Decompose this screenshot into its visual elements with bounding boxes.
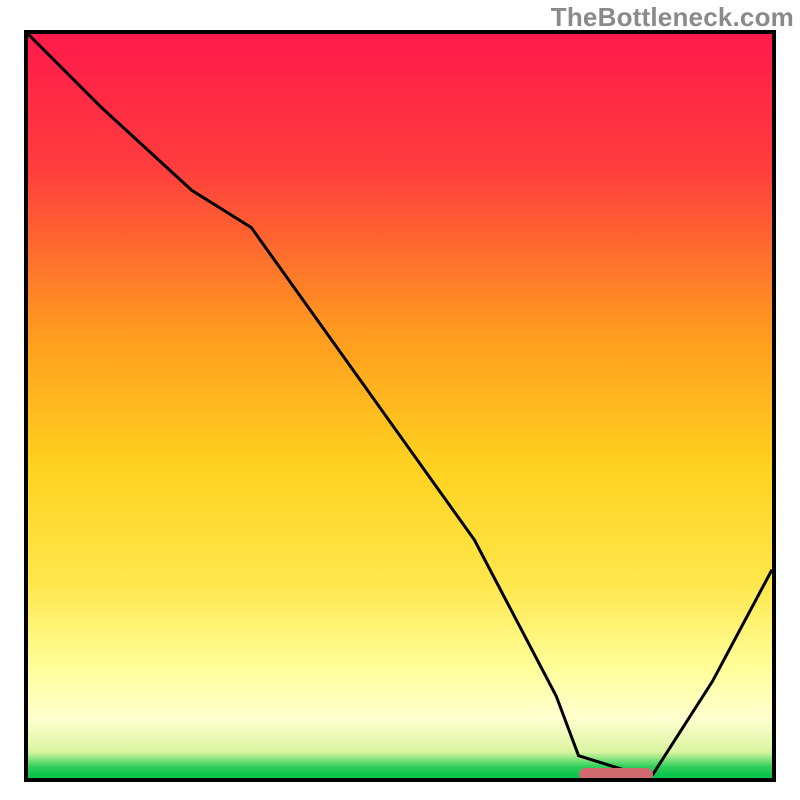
chart-container: TheBottleneck.com	[0, 0, 800, 800]
bottleneck-marker	[579, 768, 653, 781]
chart-background	[28, 34, 772, 778]
watermark-text: TheBottleneck.com	[551, 2, 794, 33]
chart-frame	[24, 30, 776, 782]
chart-svg	[28, 34, 772, 778]
